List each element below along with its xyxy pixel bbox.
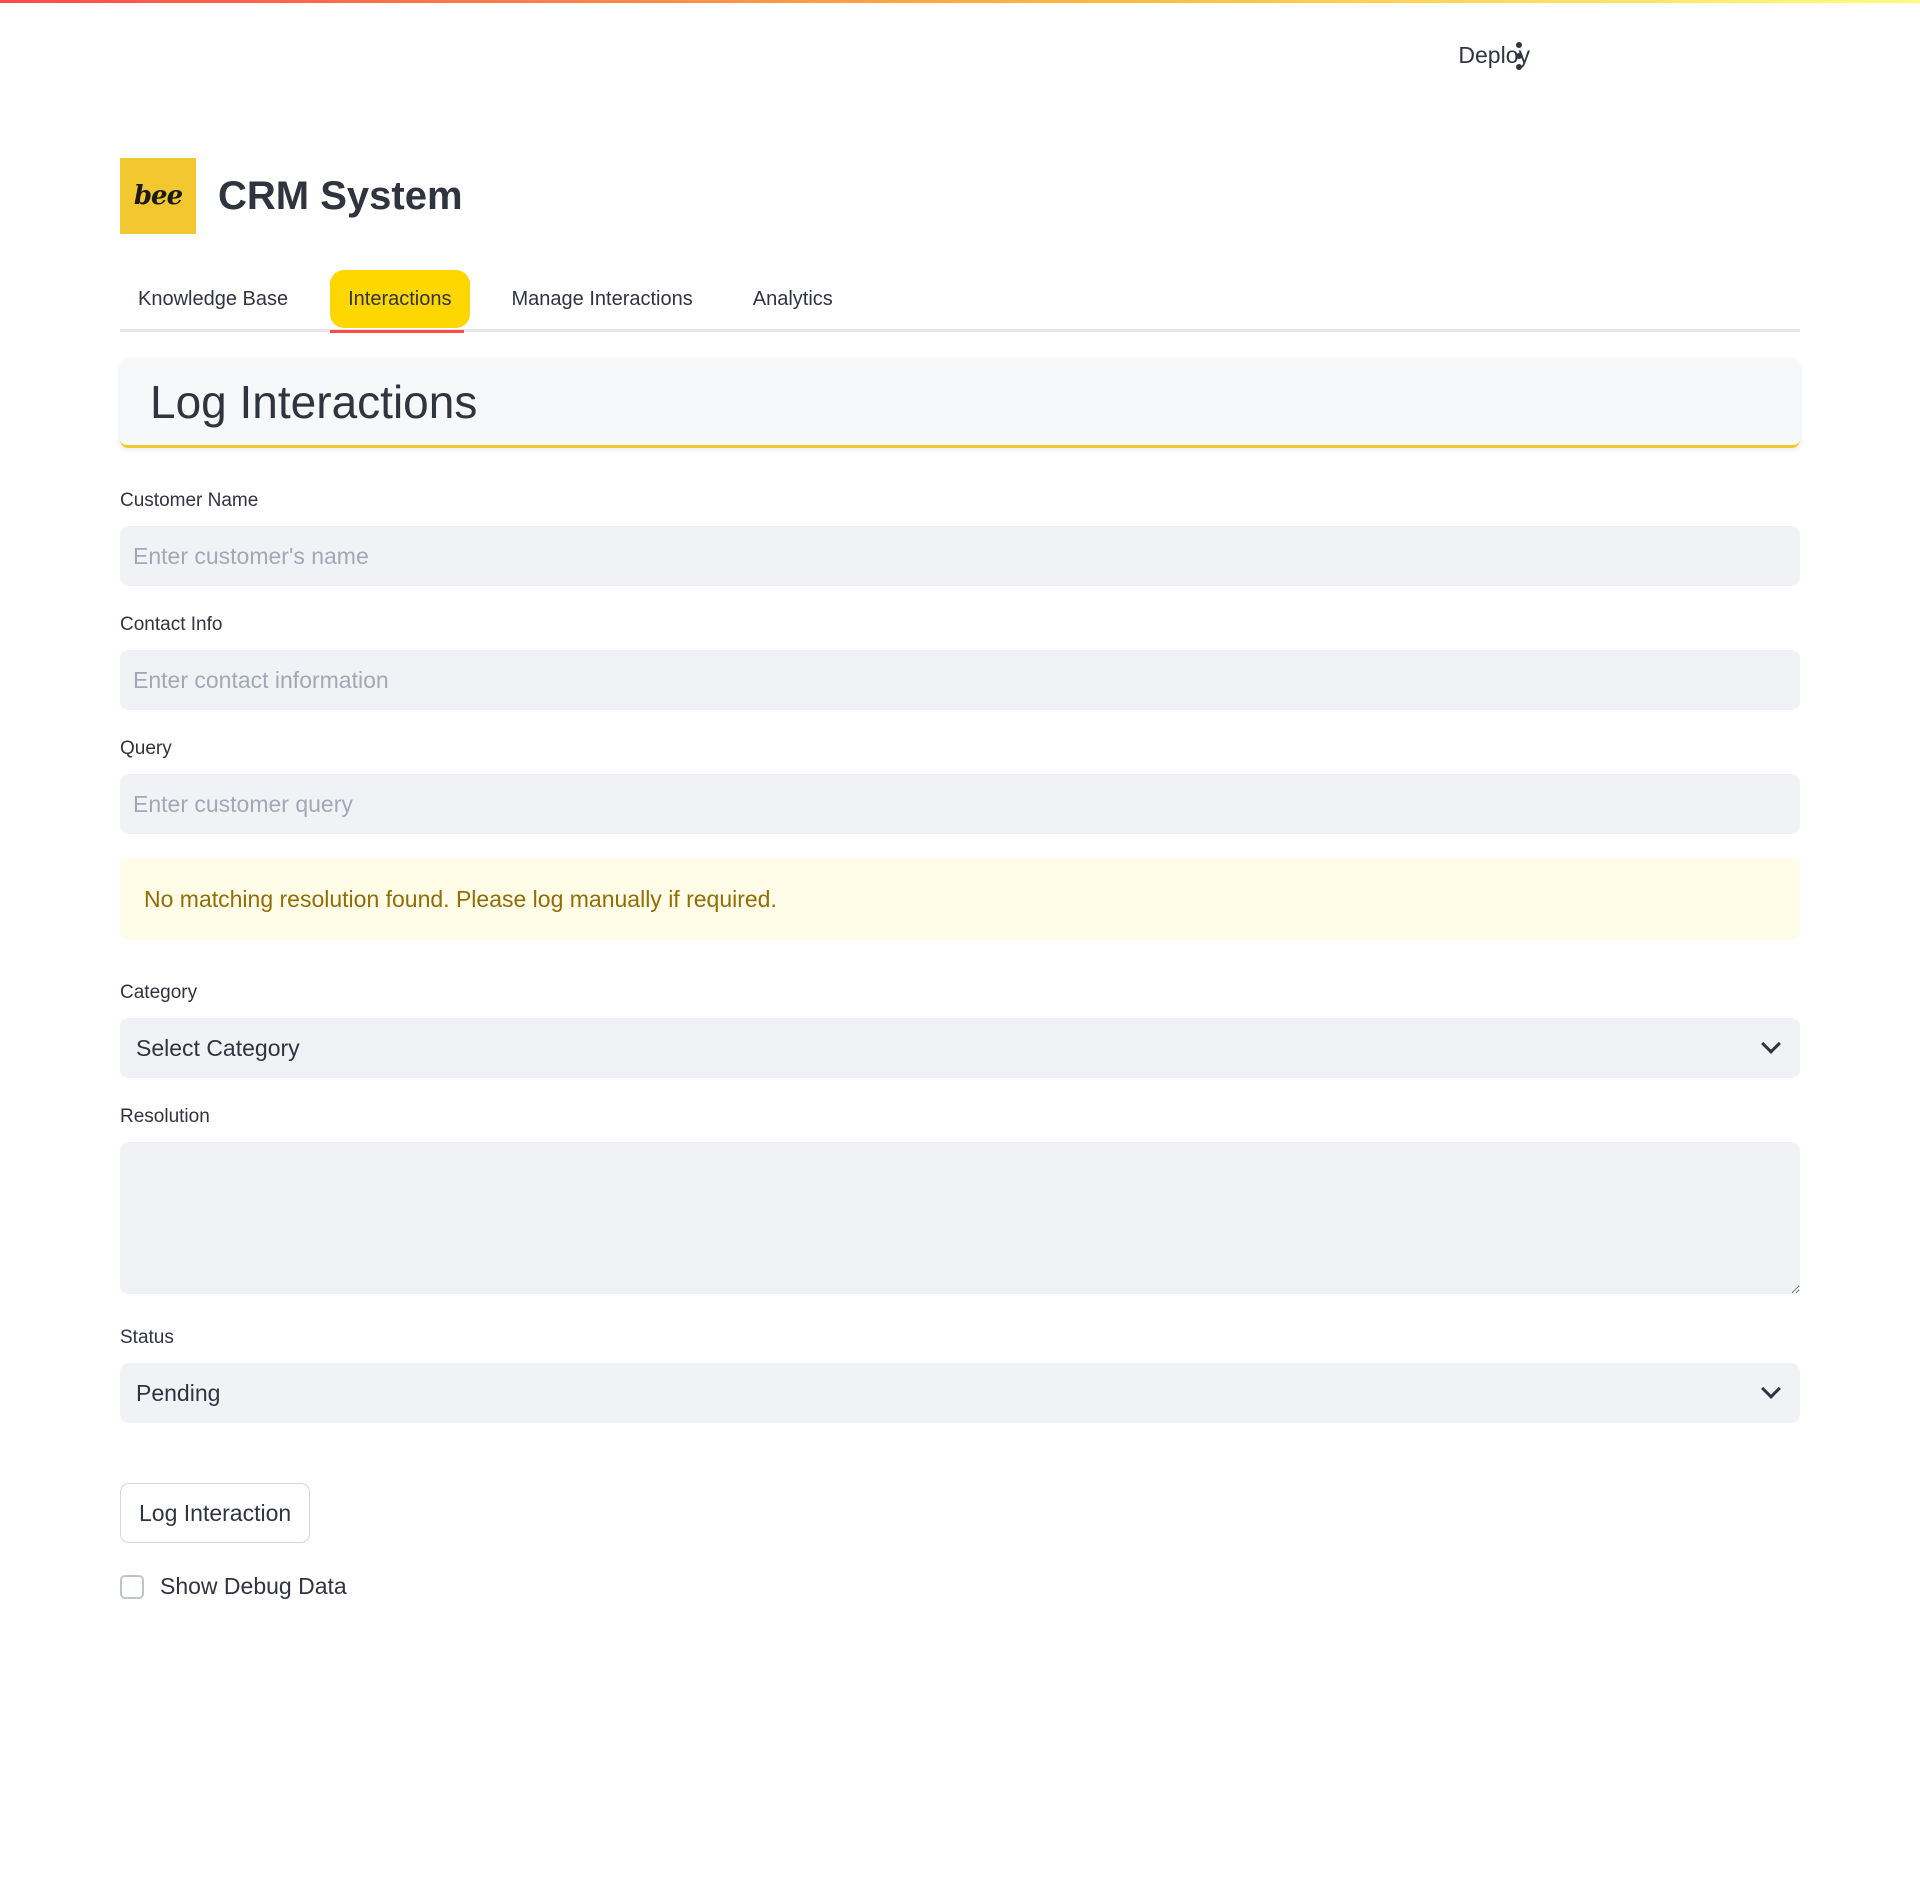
main-content: bee CRM System Knowledge Base Interactio…	[120, 158, 1800, 1600]
resolution-textarea[interactable]	[120, 1142, 1800, 1294]
deploy-button[interactable]: Deploy	[1448, 36, 1540, 75]
customer-name-group: Customer Name	[120, 490, 1800, 586]
customer-name-label: Customer Name	[120, 490, 259, 511]
resolution-group: Resolution	[120, 1106, 1800, 1299]
warning-alert: No matching resolution found. Please log…	[120, 858, 1800, 940]
category-label: Category	[120, 982, 198, 1003]
query-input[interactable]	[120, 774, 1800, 834]
brand-header: bee CRM System	[120, 158, 1800, 234]
category-group: Category Select Category	[120, 982, 1800, 1078]
query-label: Query	[120, 738, 172, 759]
section-title: Log Interactions	[150, 375, 478, 428]
chevron-down-icon	[1761, 1034, 1781, 1054]
resolution-label: Resolution	[120, 1106, 210, 1127]
log-interaction-button[interactable]: Log Interaction	[120, 1483, 311, 1543]
status-selected-value: Pending	[136, 1379, 221, 1406]
vertical-dots-icon[interactable]	[1514, 42, 1524, 70]
tab-knowledge-base[interactable]: Knowledge Base	[120, 270, 306, 328]
status-label: Status	[120, 1327, 174, 1348]
tab-analytics[interactable]: Analytics	[735, 270, 851, 328]
tab-interactions[interactable]: Interactions	[330, 270, 470, 333]
app-header: Deploy	[0, 0, 1920, 110]
category-selected-value: Select Category	[136, 1034, 300, 1061]
debug-checkbox[interactable]	[120, 1574, 144, 1599]
debug-checkbox-row[interactable]: Show Debug Data	[120, 1573, 1800, 1600]
tab-manage-interactions[interactable]: Manage Interactions	[494, 270, 711, 328]
debug-checkbox-label: Show Debug Data	[160, 1573, 347, 1599]
contact-info-group: Contact Info	[120, 614, 1800, 710]
category-select[interactable]: Select Category	[120, 1018, 1800, 1078]
bee-logo: bee	[120, 158, 196, 234]
contact-info-label: Contact Info	[120, 614, 223, 635]
contact-info-input[interactable]	[120, 650, 1800, 710]
status-group: Status Pending	[120, 1327, 1800, 1423]
status-select[interactable]: Pending	[120, 1363, 1800, 1423]
section-header: Log Interactions	[120, 358, 1800, 448]
chevron-down-icon	[1761, 1379, 1781, 1399]
app-title: CRM System	[218, 173, 463, 218]
tab-bar: Knowledge Base Interactions Manage Inter…	[120, 270, 1800, 333]
customer-name-input[interactable]	[120, 526, 1800, 586]
query-group: Query	[120, 738, 1800, 834]
